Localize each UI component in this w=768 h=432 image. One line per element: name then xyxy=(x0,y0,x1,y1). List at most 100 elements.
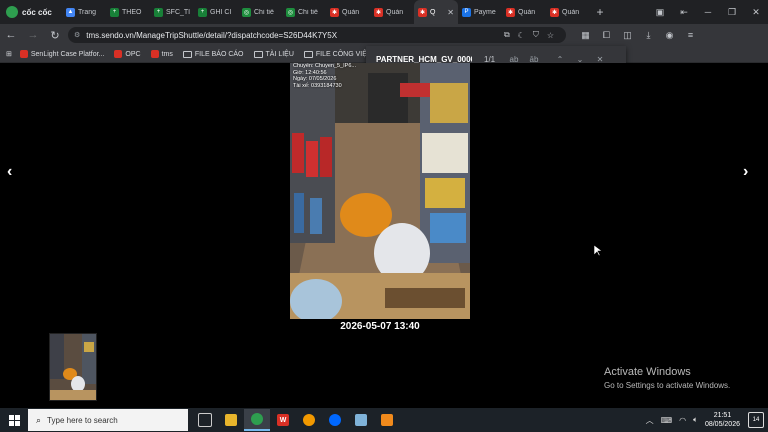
close-tab-icon[interactable]: ✕ xyxy=(447,8,454,17)
browser-tab[interactable]: + THEO xyxy=(106,0,150,24)
tab-favicon-icon: ✱ xyxy=(330,7,339,17)
bookmark-label: OPC xyxy=(125,50,141,58)
next-image-button[interactable]: › xyxy=(743,163,748,181)
forward-button[interactable]: → xyxy=(22,29,44,41)
system-tray: ︿ ⌨ ◠ 🔈︎ 21:51 08/05/2026 14 xyxy=(646,408,768,432)
tray-chevron-icon[interactable]: ︿ xyxy=(646,415,654,426)
volume-icon[interactable]: 🔈︎ xyxy=(693,415,698,425)
tab-favicon-icon: + xyxy=(110,7,119,17)
previous-image-button[interactable]: ‹ xyxy=(7,163,12,181)
back-button[interactable]: ← xyxy=(0,29,22,41)
restore-button[interactable]: ❐ xyxy=(720,7,744,18)
tab-label: GHI CI xyxy=(210,8,232,16)
photo-caption: 2026-05-07 13:40 xyxy=(340,321,420,332)
taskbar-wps[interactable]: W xyxy=(270,409,296,431)
browser-tab[interactable]: + GHI CI xyxy=(194,0,238,24)
browser-tab[interactable]: + SFC_TI xyxy=(150,0,194,24)
address-bar[interactable]: ⚙ tms.sendo.vn/ManageTripShuttle/detail/… xyxy=(68,27,566,43)
clock[interactable]: 21:51 08/05/2026 xyxy=(705,411,740,429)
notification-center-button[interactable]: 14 xyxy=(748,412,764,428)
start-button[interactable] xyxy=(0,414,28,426)
browser-tab[interactable]: ◎ Chi tiế xyxy=(238,0,282,24)
translate-icon[interactable]: ⧉ xyxy=(504,30,510,40)
browser-tab[interactable]: ✱ Quản xyxy=(326,0,370,24)
tab-label: Quản xyxy=(342,8,360,16)
browser-tab[interactable]: ▲ Trang xyxy=(62,0,106,24)
bookmark-star-icon[interactable]: ☆ xyxy=(547,31,554,40)
download-icon[interactable]: ⤓ xyxy=(638,30,659,41)
photo-thumbnail[interactable] xyxy=(49,333,97,401)
minimize-button[interactable]: ─ xyxy=(696,7,720,17)
browser-toolbar: ← → ↻ ⚙ tms.sendo.vn/ManageTripShuttle/d… xyxy=(0,24,768,46)
windows-taskbar: ⌕ Type here to search W ︿ ⌨ ◠ 🔈︎ 21:51 0… xyxy=(0,408,768,432)
thumbnail-image xyxy=(50,334,96,400)
clock-time: 21:51 xyxy=(713,412,732,419)
menu-icon[interactable]: ≡ xyxy=(680,30,701,40)
taskbar-apps: W xyxy=(192,409,400,431)
new-tab-button[interactable]: + xyxy=(590,5,610,19)
taskbar-file-explorer[interactable] xyxy=(218,409,244,431)
browser-tab[interactable]: ✱ Quản xyxy=(370,0,414,24)
tab-label: SFC_TI xyxy=(166,8,191,16)
split-view-icon[interactable]: ◫ xyxy=(617,30,638,41)
tab-strip: cốc cốc ▲ Trang + THEO + SFC_TI + GHI CI ◎ Chi ti… xyxy=(0,0,768,24)
tab-label: Chi tiế xyxy=(298,8,318,16)
window-controls: ▣ ⇤ ─ ❐ ✕ xyxy=(648,0,768,24)
language-icon[interactable]: ⌨ xyxy=(661,416,673,425)
browser-brand[interactable]: cốc cốc xyxy=(0,6,62,18)
apps-grid-icon[interactable]: ⊞ xyxy=(6,50,12,58)
extension-icon[interactable]: ▦ xyxy=(575,30,596,41)
taskbar-zalo[interactable] xyxy=(322,409,348,431)
tab-favicon-icon: ▲ xyxy=(66,7,75,17)
app-ring-icon xyxy=(303,414,315,426)
bookmark-label: FILE CÔNG VIỆC xyxy=(315,50,372,58)
browser-tab[interactable]: ✱ Q ✕ xyxy=(414,0,458,24)
orange-app-icon xyxy=(381,414,393,426)
folder-icon xyxy=(225,414,237,426)
profile-icon[interactable]: ◉ xyxy=(659,30,680,41)
coccoc-logo-icon xyxy=(6,6,18,18)
wps-icon: W xyxy=(277,414,289,426)
browser-tab[interactable]: ✱ Quản xyxy=(502,0,546,24)
task-view-button[interactable] xyxy=(192,409,218,431)
site-info-icon[interactable]: ⚙ xyxy=(74,31,80,39)
back-tab-icon[interactable]: ⇤ xyxy=(672,7,696,18)
bookmark-item[interactable]: OPC xyxy=(114,50,141,58)
reload-button[interactable]: ↻ xyxy=(44,29,66,42)
tab-favicon-icon: ◎ xyxy=(286,7,295,17)
extensions-puzzle-icon[interactable]: ⧠ xyxy=(596,30,617,41)
bookmark-item[interactable]: TÀI LIỆU xyxy=(253,50,294,58)
tab-favicon-icon: ✱ xyxy=(550,7,559,17)
dark-mode-icon[interactable]: ☾ xyxy=(518,31,525,40)
search-placeholder: Type here to search xyxy=(47,415,118,425)
browser-tab[interactable]: ✱ Quản xyxy=(546,0,590,24)
taskbar-coccoc[interactable] xyxy=(244,409,270,431)
tab-label: Quản xyxy=(518,8,536,16)
notepad-icon xyxy=(355,414,367,426)
tab-favicon-icon: ✱ xyxy=(506,7,515,17)
taskbar-app-ring[interactable] xyxy=(296,409,322,431)
tab-label: Quản xyxy=(562,8,580,16)
browser-tab[interactable]: ◎ Chi tiế xyxy=(282,0,326,24)
bookmark-item[interactable]: FILE BÁO CÁO xyxy=(182,50,244,58)
tab-label: Payme xyxy=(474,8,496,16)
bookmark-item[interactable]: FILE CÔNG VIỆC xyxy=(303,50,372,58)
taskbar-notepad[interactable] xyxy=(348,409,374,431)
taskbar-search[interactable]: ⌕ Type here to search xyxy=(28,409,188,431)
bookmark-item[interactable]: SenLight Case Platfor... xyxy=(19,50,104,58)
search-icon: ⌕ xyxy=(36,414,42,425)
tab-favicon-icon: + xyxy=(198,7,207,17)
browser-tab[interactable]: P Payme xyxy=(458,0,502,24)
shield-icon[interactable]: ⛉ xyxy=(533,30,539,40)
activation-title: Activate Windows xyxy=(604,366,691,378)
tab-favicon-icon: ✱ xyxy=(374,7,383,17)
taskbar-app-orange[interactable] xyxy=(374,409,400,431)
tab-search-icon[interactable]: ▣ xyxy=(648,7,672,18)
wifi-icon[interactable]: ◠ xyxy=(679,416,686,425)
bookmark-item[interactable]: tms xyxy=(150,50,173,58)
tab-favicon-icon: ✱ xyxy=(418,7,427,17)
url-text: tms.sendo.vn/ManageTripShuttle/detail/?d… xyxy=(86,30,338,40)
bookmark-label: FILE BÁO CÁO xyxy=(194,50,244,58)
close-window-button[interactable]: ✕ xyxy=(744,7,768,18)
omnibox-icons: ⧉ ☾ ⛉ ☆ xyxy=(504,27,554,43)
